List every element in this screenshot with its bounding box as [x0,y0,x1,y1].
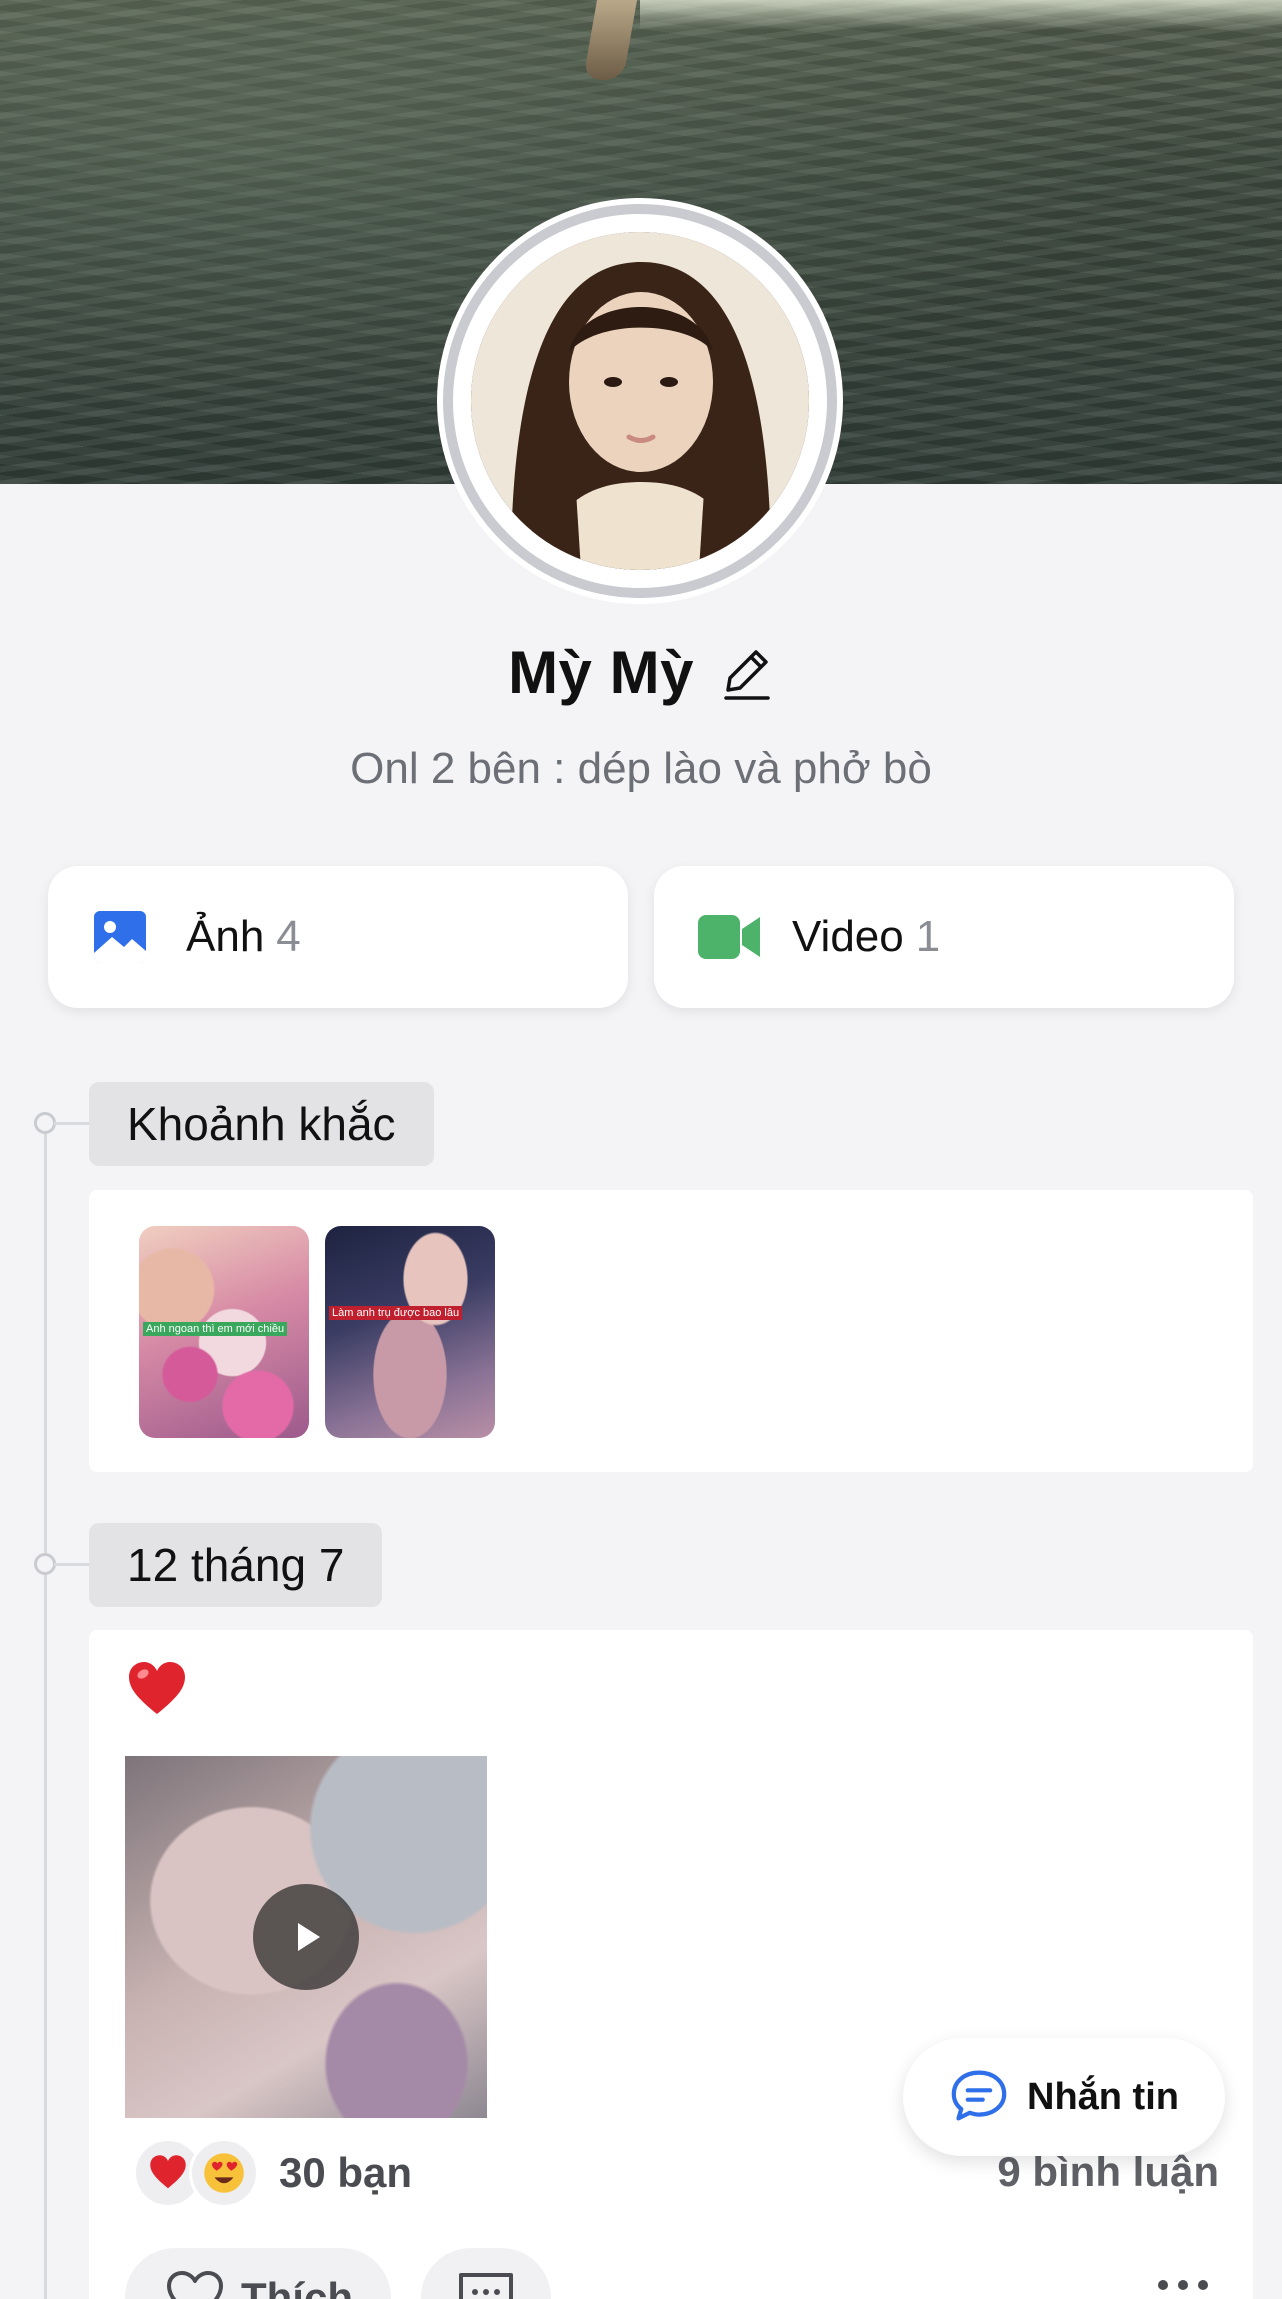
timeline-dot [34,1553,56,1575]
heart-emoji [127,1660,187,1720]
profile-page: Mỳ Mỳ Onl 2 bên : dép lào và phở bò Ảnh … [0,0,1282,2299]
post-date-heading: 12 tháng 7 [89,1523,383,1607]
profile-name: Mỳ Mỳ [508,638,694,706]
moment-caption: Làm anh trụ được bao lâu [325,1306,495,1320]
moment-thumbnail[interactable]: Anh ngoan thì em mới chiều [139,1226,309,1438]
moment-thumbnail[interactable]: Làm anh trụ được bao lâu [325,1226,495,1438]
chat-bubble-icon [949,2067,1009,2128]
avatar-frame[interactable] [437,198,843,604]
reaction-count: 30 bạn [279,2149,413,2196]
moments-card: Anh ngoan thì em mới chiều Làm anh trụ đ… [89,1190,1253,1472]
avatar-illustration [471,232,809,570]
photos-label: Ảnh [186,912,265,961]
comment-icon [455,2269,517,2299]
photos-count: 4 [276,912,301,961]
cover-highlight [640,0,1282,30]
cover-figure [582,0,638,80]
post-video[interactable] [125,1756,487,2118]
timeline-connector [54,1563,90,1566]
videos-button[interactable]: Video 1 [654,866,1234,1008]
photos-button[interactable]: Ảnh 4 [48,866,628,1008]
comment-button[interactable] [421,2248,551,2299]
play-icon[interactable] [253,1884,359,1990]
moments-heading: Khoảnh khắc [89,1082,434,1166]
videos-label: Video [792,912,904,961]
message-button[interactable]: Nhắn tin [903,2038,1225,2156]
reaction-summary[interactable]: 30 bạn [133,2138,412,2208]
timeline-line [44,1124,47,2299]
image-icon [92,909,154,965]
timeline-connector [54,1122,90,1125]
like-button[interactable]: Thích [125,2248,391,2299]
pencil-icon[interactable] [718,642,774,702]
videos-count: 1 [915,912,941,961]
avatar[interactable] [471,232,809,570]
moment-caption: Anh ngoan thì em mới chiều [139,1322,309,1336]
like-label: Thích [241,2274,353,2299]
timeline-dot [34,1112,56,1134]
profile-name-row: Mỳ Mỳ [0,632,1282,712]
heart-eyes-reaction-icon [189,2138,259,2208]
post-card: 30 bạn 9 bình luận Thích [89,1630,1253,2299]
video-camera-icon [698,909,760,965]
profile-status: Onl 2 bên : dép lào và phở bò [350,744,932,793]
message-button-label: Nhắn tin [1027,2075,1179,2118]
heart-outline-icon [165,2269,225,2299]
more-options-icon[interactable] [1153,2270,1213,2299]
